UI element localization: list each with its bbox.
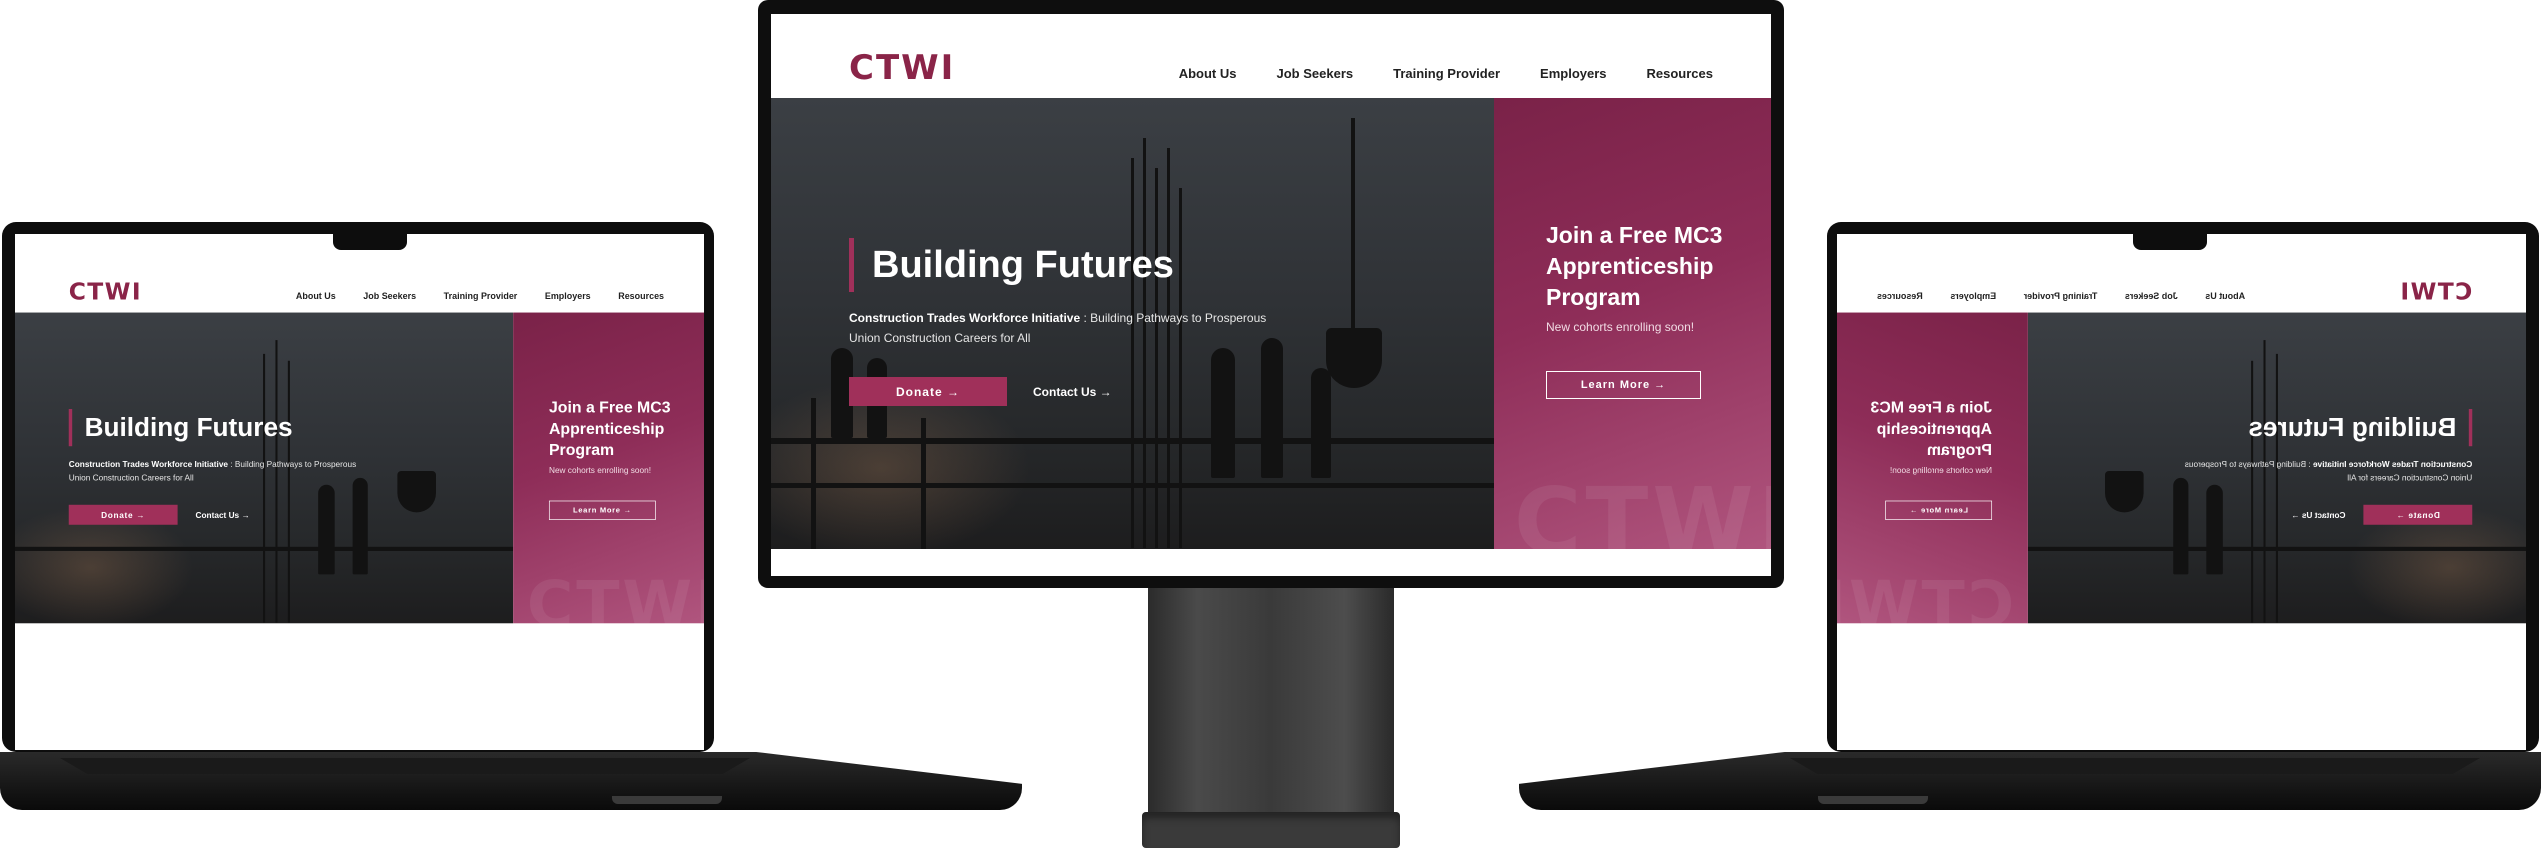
left-laptop-trackpad-lip xyxy=(612,796,722,804)
nav-resources[interactable]: Resources xyxy=(1647,66,1713,81)
worker-silhouette xyxy=(1311,368,1331,478)
left-laptop-keyboard xyxy=(60,758,750,774)
site-header: CTWI About Us Job Seekers Training Provi… xyxy=(771,14,1771,98)
site-header: CTWI About Us Job Seekers Training Provi… xyxy=(15,254,704,313)
rebar xyxy=(1131,158,1134,548)
nav-job-seekers[interactable]: Job Seekers xyxy=(1277,66,1354,81)
monitor-foot xyxy=(1142,812,1400,848)
nav-about-us[interactable]: About Us xyxy=(1179,66,1237,81)
learn-more-button[interactable]: Learn More → xyxy=(1546,371,1701,399)
laptop-notch xyxy=(333,234,407,250)
rebar xyxy=(1155,168,1158,548)
right-laptop-keyboard xyxy=(1790,758,2480,774)
donate-button[interactable]: Donate → xyxy=(849,377,1007,406)
ctwi-watermark: CTWI xyxy=(1837,567,2015,624)
hero-accent-bar xyxy=(2468,409,2473,447)
ctwi-watermark: CTWI xyxy=(1514,468,1771,549)
right-laptop-trackpad-lip xyxy=(1818,796,1928,804)
scaffold-pole xyxy=(921,418,926,549)
site-header: CTWI About Us Job Seekers Training Provi… xyxy=(1837,254,2526,313)
rebar xyxy=(1167,148,1170,548)
site-frame: CTWI About Us Job Seekers Training Provi… xyxy=(15,254,704,642)
nav-job-seekers[interactable]: Job Seekers xyxy=(2125,290,2178,300)
learn-more-button[interactable]: Learn More → xyxy=(1885,500,1993,520)
ctwi-logo[interactable]: CTWI xyxy=(2399,278,2472,306)
rebar xyxy=(287,360,290,623)
hero-subtitle-org: Construction Trades Workforce Initiative xyxy=(68,459,229,469)
nav-about-us[interactable]: About Us xyxy=(2205,290,2245,300)
donate-button[interactable]: Donate → xyxy=(68,504,178,525)
hero-section: Building Futures Construction Trades Wor… xyxy=(771,98,1494,549)
promo-subtitle: New cohorts enrolling soon! xyxy=(1889,465,1993,476)
promo-title: Join a Free MC3 Apprenticeship Program xyxy=(1546,222,1723,310)
hero-subtitle-org: Construction Trades Workforce Initiative xyxy=(2312,459,2473,469)
nav-training-provider[interactable]: Training Provider xyxy=(1393,66,1500,81)
left-site-scaler: CTWI About Us Job Seekers Training Provi… xyxy=(15,234,704,624)
nav-about-us[interactable]: About Us xyxy=(296,290,336,300)
rebar xyxy=(263,353,266,623)
hero-section: Building Futures Construction Trades Wor… xyxy=(2027,312,2526,624)
website-copy: CTWI About Us Job Seekers Training Provi… xyxy=(15,234,704,624)
rebar xyxy=(2251,360,2254,623)
concrete-bucket xyxy=(1326,328,1382,388)
right-site-scaler: CTWI About Us Job Seekers Training Provi… xyxy=(1837,234,2526,624)
monitor-stand xyxy=(1148,588,1394,818)
right-laptop-screen: CTWI About Us Job Seekers Training Provi… xyxy=(1837,234,2526,750)
hero-subtitle: Construction Trades Workforce Initiative… xyxy=(849,308,1269,348)
donate-button[interactable]: Donate → xyxy=(2363,504,2473,525)
site-frame: CTWI About Us Job Seekers Training Provi… xyxy=(1837,254,2526,642)
nav-job-seekers[interactable]: Job Seekers xyxy=(363,290,416,300)
worker-silhouette xyxy=(318,484,335,575)
nav-employers[interactable]: Employers xyxy=(545,290,591,300)
promo-subtitle: New cohorts enrolling soon! xyxy=(1546,320,1695,334)
nav-employers[interactable]: Employers xyxy=(1540,66,1606,81)
laptop-notch xyxy=(2133,234,2207,250)
main-nav: About Us Job Seekers Training Provider E… xyxy=(1877,290,2245,300)
worker-silhouette xyxy=(1211,348,1235,478)
monitor-screen: CTWI About Us Job Seekers Training Provi… xyxy=(771,14,1771,576)
hero-accent-bar xyxy=(68,409,73,447)
ctwi-logo[interactable]: CTWI xyxy=(69,278,142,306)
learn-more-button[interactable]: Learn More → xyxy=(548,500,656,520)
nav-resources[interactable]: Resources xyxy=(1877,290,1923,300)
nav-employers[interactable]: Employers xyxy=(1950,290,1996,300)
website-copy: CTWI About Us Job Seekers Training Provi… xyxy=(1837,234,2526,624)
nav-resources[interactable]: Resources xyxy=(618,290,664,300)
website: CTWI About Us Job Seekers Training Provi… xyxy=(771,14,1771,576)
apprenticeship-promo: CTWI Join a Free MC3 Apprenticeship Prog… xyxy=(1837,312,2028,624)
hero-accent-bar xyxy=(849,238,854,292)
worker-silhouette xyxy=(2173,477,2189,575)
main-nav: About Us Job Seekers Training Provider E… xyxy=(296,290,664,300)
apprenticeship-promo: CTWI Join a Free MC3 Apprenticeship Prog… xyxy=(1494,98,1771,549)
promo-title: Join a Free MC3 Apprenticeship Program xyxy=(548,397,671,459)
left-laptop-screen: CTWI About Us Job Seekers Training Provi… xyxy=(15,234,704,750)
promo-title: Join a Free MC3 Apprenticeship Program xyxy=(1870,397,1993,459)
concrete-bucket xyxy=(397,471,436,513)
hero-title: Building Futures xyxy=(2248,413,2457,443)
worker-silhouette xyxy=(1261,338,1283,478)
ctwi-logo[interactable]: CTWI xyxy=(849,48,955,88)
concrete-bucket xyxy=(2105,471,2144,513)
hero-section: Building Futures Construction Trades Wor… xyxy=(15,312,514,624)
hero-title: Building Futures xyxy=(84,413,293,443)
contact-us-link[interactable]: Contact Us → xyxy=(196,505,250,525)
worker-silhouette xyxy=(2206,484,2223,575)
promo-subtitle: New cohorts enrolling soon! xyxy=(548,465,652,476)
contact-us-link[interactable]: Contact Us → xyxy=(2291,505,2345,525)
worker-silhouette xyxy=(352,477,368,575)
contact-us-link[interactable]: Contact Us → xyxy=(1033,377,1112,406)
rebar xyxy=(2275,353,2278,623)
nav-training-provider[interactable]: Training Provider xyxy=(2024,290,2098,300)
apprenticeship-promo: CTWI Join a Free MC3 Apprenticeship Prog… xyxy=(513,312,704,624)
main-nav: About Us Job Seekers Training Provider E… xyxy=(1179,66,1713,81)
rebar xyxy=(1179,188,1182,548)
ctwi-watermark: CTWI xyxy=(526,567,704,624)
nav-training-provider[interactable]: Training Provider xyxy=(444,290,518,300)
scaffold-pole xyxy=(811,398,816,549)
hero-subtitle: Construction Trades Workforce Initiative… xyxy=(69,457,358,485)
hero-subtitle: Construction Trades Workforce Initiative… xyxy=(2183,457,2473,485)
hero-subtitle-org: Construction Trades Workforce Initiative xyxy=(849,311,1081,325)
hero-title: Building Futures xyxy=(872,244,1174,286)
